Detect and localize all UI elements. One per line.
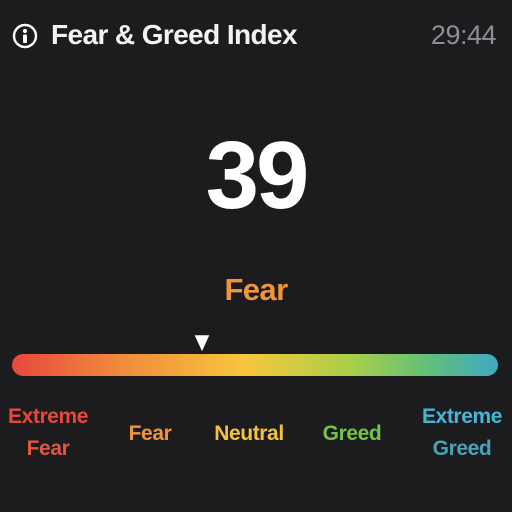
scale-label-extreme-greed: Extreme Greed <box>416 401 508 465</box>
scale-label-neutral: Neutral <box>199 418 299 450</box>
gauge-pointer <box>191 333 212 355</box>
app-title: Fear & Greed Index <box>51 19 298 50</box>
scale-label-line1: Greed <box>322 422 382 445</box>
gauge-track <box>12 354 498 376</box>
scale-label-line2: Greed <box>432 437 492 460</box>
scale-label-line1: Extreme <box>421 405 503 428</box>
info-icon[interactable] <box>12 23 38 49</box>
watch-screen: Fear & Greed Index 29:44 39 Fear Extreme… <box>0 0 512 512</box>
scale-label-line1: Extreme <box>8 405 89 428</box>
sentiment-label: Fear <box>224 272 288 307</box>
clock-time: 29:44 <box>430 20 497 50</box>
header: Fear & Greed Index 29:44 <box>0 0 512 72</box>
scale-label-line2: Fear <box>26 437 70 460</box>
scale-label-greed: Greed <box>307 418 397 450</box>
scale-label-line1: Neutral <box>214 422 284 445</box>
scale-label-fear: Fear <box>110 418 190 450</box>
index-value: 39 <box>205 122 310 229</box>
scale-label-line1: Fear <box>128 422 172 445</box>
scale-label-extreme-fear: Extreme Fear <box>8 401 88 465</box>
